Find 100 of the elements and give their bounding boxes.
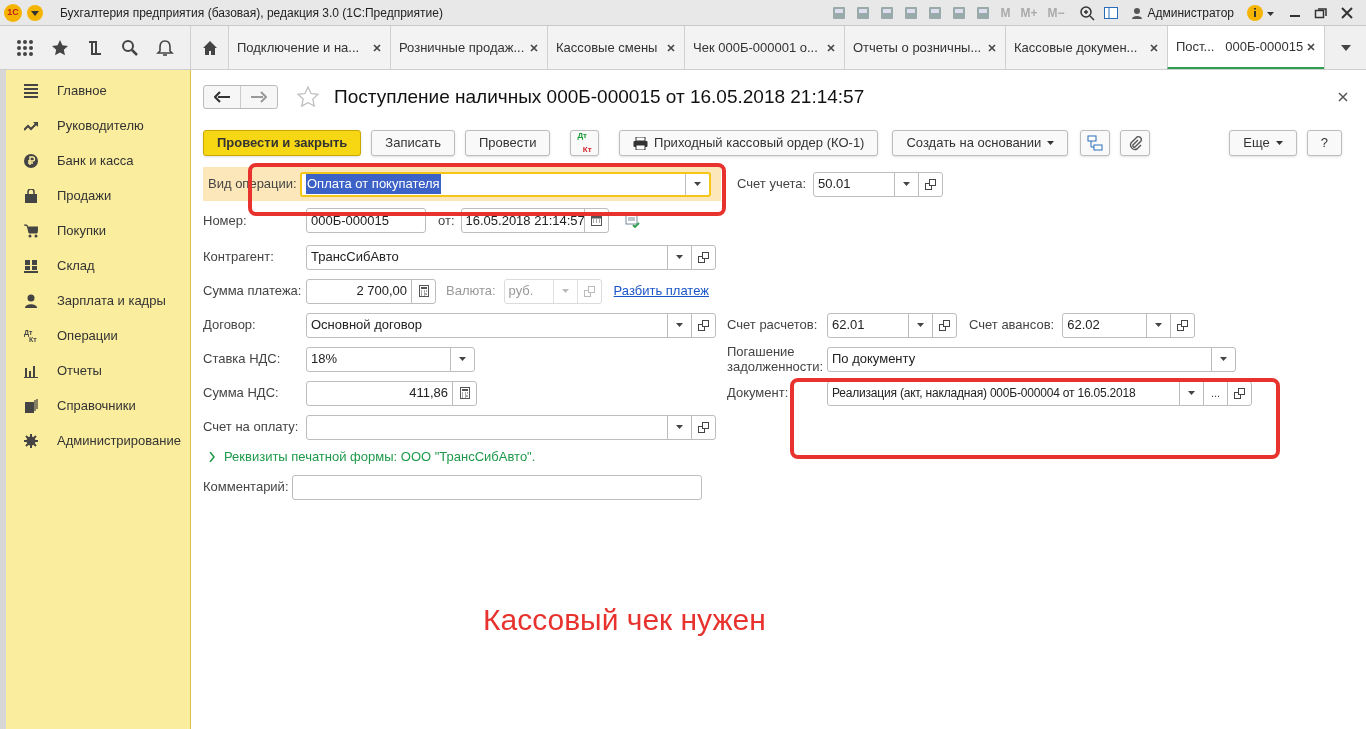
number-field[interactable]: 411,86 bbox=[306, 380, 477, 406]
toolbar-button[interactable]: Провести bbox=[464, 130, 551, 156]
open-form-icon[interactable] bbox=[698, 319, 709, 331]
history-icon[interactable] bbox=[86, 38, 104, 57]
open-form-icon[interactable] bbox=[698, 421, 709, 433]
combo-field[interactable] bbox=[306, 414, 716, 440]
printer-icon bbox=[633, 136, 649, 150]
dropdown-caret-icon[interactable] bbox=[917, 323, 924, 327]
annotation-text: Кассовый чек нужен bbox=[483, 602, 766, 638]
zoom-icon[interactable] bbox=[1079, 4, 1096, 21]
dropdown-caret-icon[interactable] bbox=[1220, 357, 1227, 361]
sidebar-item[interactable]: Отчеты bbox=[57, 360, 102, 381]
gear-icon bbox=[24, 433, 38, 448]
field-label: Счет на оплату: bbox=[203, 418, 300, 437]
close-icon[interactable] bbox=[372, 42, 382, 53]
combo-field[interactable]: Оплата от покупателя bbox=[300, 171, 711, 197]
sidebar-item[interactable]: Зарплата и кадры bbox=[57, 290, 166, 311]
person-icon bbox=[24, 293, 38, 308]
section-expander[interactable]: Реквизиты печатной формы: ООО "ТрансСибАвто". bbox=[224, 447, 536, 467]
forward-arrow-icon[interactable] bbox=[251, 91, 267, 103]
menu-button[interactable]: Создать на основании bbox=[892, 130, 1069, 156]
open-form-icon[interactable] bbox=[698, 251, 709, 263]
combo-field[interactable]: 50.01 bbox=[813, 171, 943, 197]
close-icon[interactable] bbox=[1306, 41, 1316, 52]
field-label: от: bbox=[438, 211, 455, 230]
sidebar-item[interactable]: Склад bbox=[57, 255, 95, 276]
back-arrow-icon[interactable] bbox=[214, 91, 230, 103]
combo-field[interactable]: ТрансСибАвто bbox=[306, 244, 716, 270]
close-icon[interactable] bbox=[987, 42, 997, 53]
star-outline-icon[interactable] bbox=[296, 85, 320, 109]
close-icon[interactable] bbox=[1338, 92, 1348, 102]
combo-field[interactable]: 62.02 bbox=[1062, 312, 1196, 338]
combo-field[interactable]: Основной договор bbox=[306, 312, 716, 338]
sidebar-item[interactable]: Покупки bbox=[57, 220, 106, 241]
field-label: Контрагент: bbox=[203, 248, 275, 267]
bag-icon bbox=[24, 188, 38, 203]
sidebar-item[interactable]: Руководителю bbox=[57, 115, 144, 136]
sidebar-item[interactable]: Банк и касса bbox=[57, 150, 134, 171]
caret-icon[interactable] bbox=[1340, 44, 1351, 51]
open-form-icon[interactable] bbox=[1234, 387, 1245, 399]
close-icon[interactable] bbox=[666, 42, 676, 53]
input-field[interactable] bbox=[292, 474, 702, 500]
number-field[interactable]: 2 700,00 bbox=[306, 278, 436, 304]
menu-caret-icon[interactable] bbox=[26, 3, 44, 22]
sidebar-item[interactable]: Главное bbox=[57, 80, 107, 101]
document-title: Поступление наличных 000Б-000015 от 16.05.2018 21:14:57 bbox=[334, 84, 865, 109]
toolbar-button[interactable]: Провести и закрыть bbox=[203, 130, 362, 156]
cart-icon bbox=[24, 223, 38, 238]
dropdown-caret-icon[interactable] bbox=[1188, 391, 1195, 395]
close-icon[interactable] bbox=[826, 42, 836, 53]
document-tab[interactable]: Пост... 000Б-000015 bbox=[1167, 26, 1324, 69]
close-icon[interactable] bbox=[1340, 5, 1354, 20]
app-logo: 1С bbox=[4, 3, 22, 22]
open-form-icon[interactable] bbox=[939, 319, 950, 331]
bell-icon[interactable] bbox=[155, 38, 174, 57]
close-icon[interactable] bbox=[1149, 42, 1159, 53]
list-icon bbox=[24, 83, 38, 98]
document-check-icon bbox=[624, 213, 641, 228]
chevron-right-icon[interactable] bbox=[208, 452, 216, 462]
attach-button[interactable] bbox=[1120, 130, 1151, 156]
apps-grid-icon[interactable] bbox=[16, 38, 35, 57]
dropdown-caret-icon[interactable] bbox=[676, 255, 683, 259]
dropdown-caret-icon[interactable] bbox=[676, 425, 683, 429]
dropdown-caret-icon[interactable] bbox=[694, 182, 701, 186]
panel-icon[interactable] bbox=[1103, 4, 1120, 21]
print-button[interactable]: Приходный кассовый ордер (КО-1) bbox=[619, 130, 879, 156]
search-icon[interactable] bbox=[120, 38, 139, 57]
home-icon[interactable] bbox=[201, 39, 218, 56]
user-name[interactable]: Администратор bbox=[1147, 3, 1234, 22]
split-payment-link[interactable]: Разбить платеж bbox=[613, 281, 709, 301]
menu-button[interactable]: Еще bbox=[1229, 130, 1297, 156]
close-icon[interactable] bbox=[529, 42, 539, 53]
info-icon[interactable] bbox=[1246, 3, 1276, 22]
restore-icon[interactable] bbox=[1314, 5, 1328, 20]
dropdown-caret-icon[interactable] bbox=[459, 357, 466, 361]
paperclip-icon bbox=[1127, 135, 1144, 151]
combo-field[interactable]: 18% bbox=[306, 346, 475, 372]
caret-icon bbox=[1275, 141, 1283, 145]
field-label: Номер: bbox=[203, 211, 248, 230]
combo-field[interactable]: По документу bbox=[827, 346, 1236, 372]
combo-field[interactable]: Реализация (акт, накладная) 000Б-000004 от 16.05.2018 ... bbox=[827, 380, 1252, 406]
open-form-icon[interactable] bbox=[1177, 319, 1189, 331]
dropdown-caret-icon[interactable] bbox=[1155, 323, 1163, 327]
sidebar-item[interactable]: Продажи bbox=[57, 185, 112, 206]
open-form-icon[interactable] bbox=[925, 178, 936, 190]
field-label: Валюта: bbox=[446, 282, 496, 301]
sidebar-item[interactable]: Администрирование bbox=[57, 430, 181, 451]
sidebar-item[interactable]: Операции bbox=[57, 325, 118, 346]
toolbar-button[interactable]: ? bbox=[1306, 130, 1342, 156]
field-label: Счет расчетов: bbox=[727, 316, 819, 335]
star-icon[interactable] bbox=[51, 38, 70, 57]
debit-credit-button[interactable]: Дт Кт bbox=[570, 130, 600, 156]
toolbar-button[interactable]: Записать bbox=[371, 130, 455, 156]
combo-field[interactable]: 62.01 bbox=[827, 312, 957, 338]
dropdown-caret-icon[interactable] bbox=[903, 182, 910, 186]
dropdown-caret-icon[interactable] bbox=[676, 323, 683, 327]
hierarchy-icon bbox=[1087, 135, 1104, 151]
select-button[interactable]: ... bbox=[1203, 381, 1227, 405]
sidebar-item[interactable]: Справочники bbox=[57, 395, 136, 416]
field-label: Ставка НДС: bbox=[203, 350, 282, 369]
